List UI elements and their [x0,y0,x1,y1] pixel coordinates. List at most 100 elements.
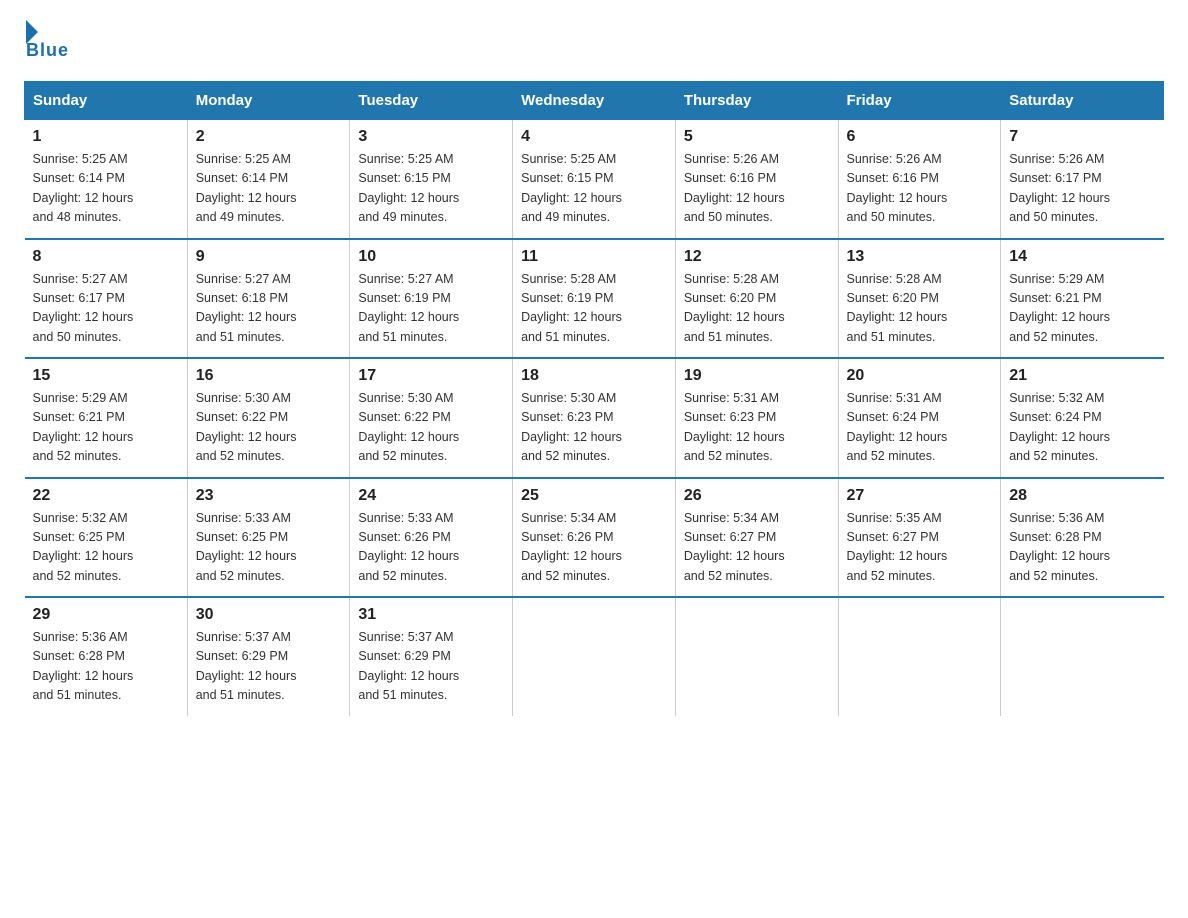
calendar-cell: 2 Sunrise: 5:25 AM Sunset: 6:14 PM Dayli… [187,120,350,239]
day-info: Sunrise: 5:29 AM Sunset: 6:21 PM Dayligh… [33,389,179,467]
day-number: 13 [847,248,993,266]
day-info: Sunrise: 5:27 AM Sunset: 6:19 PM Dayligh… [358,270,504,348]
day-info: Sunrise: 5:28 AM Sunset: 6:19 PM Dayligh… [521,270,667,348]
calendar-week-4: 22 Sunrise: 5:32 AM Sunset: 6:25 PM Dayl… [25,478,1164,598]
calendar-cell: 29 Sunrise: 5:36 AM Sunset: 6:28 PM Dayl… [25,597,188,716]
weekday-header-wednesday: Wednesday [513,82,676,120]
calendar-cell: 5 Sunrise: 5:26 AM Sunset: 6:16 PM Dayli… [675,120,838,239]
weekday-header-row: SundayMondayTuesdayWednesdayThursdayFrid… [25,82,1164,120]
calendar-cell: 13 Sunrise: 5:28 AM Sunset: 6:20 PM Dayl… [838,239,1001,359]
day-number: 14 [1009,248,1155,266]
day-number: 11 [521,248,667,266]
calendar-week-5: 29 Sunrise: 5:36 AM Sunset: 6:28 PM Dayl… [25,597,1164,716]
calendar-cell: 7 Sunrise: 5:26 AM Sunset: 6:17 PM Dayli… [1001,120,1164,239]
day-number: 18 [521,367,667,385]
calendar-cell: 6 Sunrise: 5:26 AM Sunset: 6:16 PM Dayli… [838,120,1001,239]
day-info: Sunrise: 5:30 AM Sunset: 6:22 PM Dayligh… [196,389,342,467]
calendar-cell: 20 Sunrise: 5:31 AM Sunset: 6:24 PM Dayl… [838,358,1001,478]
calendar-cell [513,597,676,716]
day-number: 29 [33,606,179,624]
day-info: Sunrise: 5:26 AM Sunset: 6:16 PM Dayligh… [684,150,830,228]
calendar-week-3: 15 Sunrise: 5:29 AM Sunset: 6:21 PM Dayl… [25,358,1164,478]
day-info: Sunrise: 5:30 AM Sunset: 6:22 PM Dayligh… [358,389,504,467]
day-info: Sunrise: 5:32 AM Sunset: 6:25 PM Dayligh… [33,509,179,587]
calendar-cell: 19 Sunrise: 5:31 AM Sunset: 6:23 PM Dayl… [675,358,838,478]
calendar-cell: 14 Sunrise: 5:29 AM Sunset: 6:21 PM Dayl… [1001,239,1164,359]
calendar-cell: 10 Sunrise: 5:27 AM Sunset: 6:19 PM Dayl… [350,239,513,359]
day-number: 16 [196,367,342,385]
day-number: 12 [684,248,830,266]
day-number: 15 [33,367,179,385]
weekday-header-thursday: Thursday [675,82,838,120]
day-number: 19 [684,367,830,385]
day-number: 28 [1009,487,1155,505]
day-info: Sunrise: 5:28 AM Sunset: 6:20 PM Dayligh… [684,270,830,348]
day-info: Sunrise: 5:36 AM Sunset: 6:28 PM Dayligh… [33,628,179,706]
day-info: Sunrise: 5:33 AM Sunset: 6:25 PM Dayligh… [196,509,342,587]
calendar-cell: 4 Sunrise: 5:25 AM Sunset: 6:15 PM Dayli… [513,120,676,239]
page-header: Blue [24,24,1164,61]
day-number: 26 [684,487,830,505]
calendar-cell: 24 Sunrise: 5:33 AM Sunset: 6:26 PM Dayl… [350,478,513,598]
calendar-cell: 11 Sunrise: 5:28 AM Sunset: 6:19 PM Dayl… [513,239,676,359]
calendar-header: SundayMondayTuesdayWednesdayThursdayFrid… [25,82,1164,120]
day-number: 10 [358,248,504,266]
calendar-cell: 18 Sunrise: 5:30 AM Sunset: 6:23 PM Dayl… [513,358,676,478]
day-number: 21 [1009,367,1155,385]
calendar-cell: 8 Sunrise: 5:27 AM Sunset: 6:17 PM Dayli… [25,239,188,359]
weekday-header-tuesday: Tuesday [350,82,513,120]
day-info: Sunrise: 5:25 AM Sunset: 6:14 PM Dayligh… [33,150,179,228]
calendar-cell: 30 Sunrise: 5:37 AM Sunset: 6:29 PM Dayl… [187,597,350,716]
day-info: Sunrise: 5:28 AM Sunset: 6:20 PM Dayligh… [847,270,993,348]
day-number: 3 [358,128,504,146]
calendar-cell: 16 Sunrise: 5:30 AM Sunset: 6:22 PM Dayl… [187,358,350,478]
day-number: 7 [1009,128,1155,146]
day-number: 1 [33,128,179,146]
calendar-table: SundayMondayTuesdayWednesdayThursdayFrid… [24,81,1164,716]
day-info: Sunrise: 5:30 AM Sunset: 6:23 PM Dayligh… [521,389,667,467]
logo: Blue [24,24,69,61]
calendar-cell: 3 Sunrise: 5:25 AM Sunset: 6:15 PM Dayli… [350,120,513,239]
calendar-cell: 27 Sunrise: 5:35 AM Sunset: 6:27 PM Dayl… [838,478,1001,598]
day-number: 23 [196,487,342,505]
day-number: 31 [358,606,504,624]
day-info: Sunrise: 5:34 AM Sunset: 6:27 PM Dayligh… [684,509,830,587]
calendar-cell [1001,597,1164,716]
day-number: 17 [358,367,504,385]
calendar-cell: 21 Sunrise: 5:32 AM Sunset: 6:24 PM Dayl… [1001,358,1164,478]
day-info: Sunrise: 5:26 AM Sunset: 6:16 PM Dayligh… [847,150,993,228]
calendar-cell: 22 Sunrise: 5:32 AM Sunset: 6:25 PM Dayl… [25,478,188,598]
calendar-week-1: 1 Sunrise: 5:25 AM Sunset: 6:14 PM Dayli… [25,120,1164,239]
day-number: 6 [847,128,993,146]
calendar-body: 1 Sunrise: 5:25 AM Sunset: 6:14 PM Dayli… [25,120,1164,716]
day-number: 4 [521,128,667,146]
day-number: 8 [33,248,179,266]
day-info: Sunrise: 5:26 AM Sunset: 6:17 PM Dayligh… [1009,150,1155,228]
weekday-header-friday: Friday [838,82,1001,120]
calendar-cell: 12 Sunrise: 5:28 AM Sunset: 6:20 PM Dayl… [675,239,838,359]
day-number: 24 [358,487,504,505]
day-info: Sunrise: 5:36 AM Sunset: 6:28 PM Dayligh… [1009,509,1155,587]
day-number: 25 [521,487,667,505]
calendar-cell [675,597,838,716]
day-info: Sunrise: 5:31 AM Sunset: 6:24 PM Dayligh… [847,389,993,467]
calendar-cell: 15 Sunrise: 5:29 AM Sunset: 6:21 PM Dayl… [25,358,188,478]
calendar-cell: 31 Sunrise: 5:37 AM Sunset: 6:29 PM Dayl… [350,597,513,716]
calendar-week-2: 8 Sunrise: 5:27 AM Sunset: 6:17 PM Dayli… [25,239,1164,359]
day-number: 20 [847,367,993,385]
day-number: 27 [847,487,993,505]
weekday-header-sunday: Sunday [25,82,188,120]
day-info: Sunrise: 5:37 AM Sunset: 6:29 PM Dayligh… [358,628,504,706]
day-info: Sunrise: 5:29 AM Sunset: 6:21 PM Dayligh… [1009,270,1155,348]
calendar-cell: 23 Sunrise: 5:33 AM Sunset: 6:25 PM Dayl… [187,478,350,598]
day-number: 5 [684,128,830,146]
day-info: Sunrise: 5:33 AM Sunset: 6:26 PM Dayligh… [358,509,504,587]
day-info: Sunrise: 5:25 AM Sunset: 6:14 PM Dayligh… [196,150,342,228]
day-number: 30 [196,606,342,624]
day-info: Sunrise: 5:31 AM Sunset: 6:23 PM Dayligh… [684,389,830,467]
day-info: Sunrise: 5:25 AM Sunset: 6:15 PM Dayligh… [521,150,667,228]
weekday-header-monday: Monday [187,82,350,120]
day-info: Sunrise: 5:27 AM Sunset: 6:18 PM Dayligh… [196,270,342,348]
day-number: 2 [196,128,342,146]
calendar-cell: 9 Sunrise: 5:27 AM Sunset: 6:18 PM Dayli… [187,239,350,359]
